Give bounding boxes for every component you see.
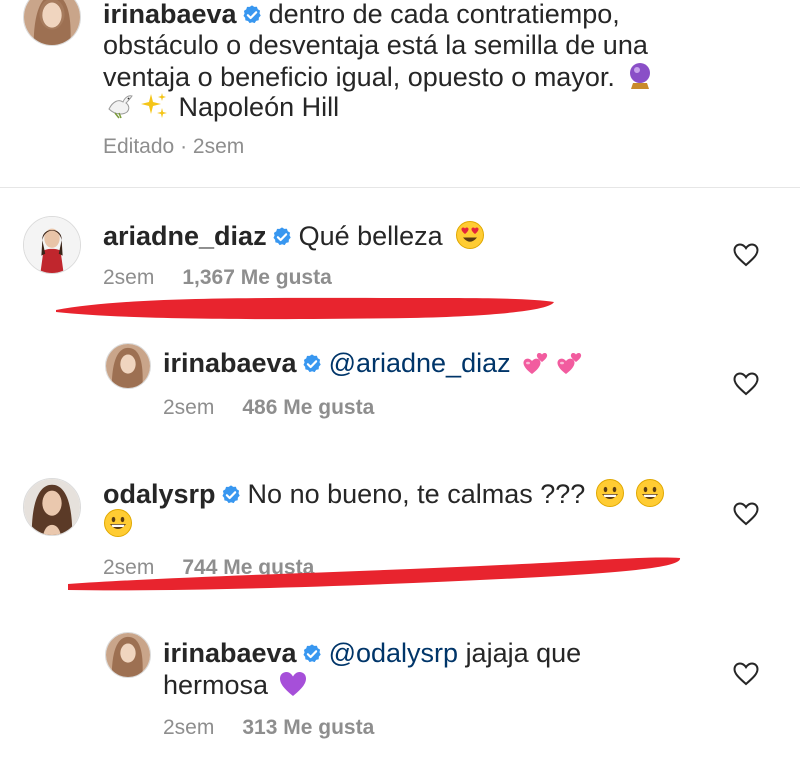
avatar[interactable] (23, 216, 81, 274)
avatar[interactable] (23, 478, 81, 536)
reply-line: irinabaeva @odalysrp jajaja que (163, 638, 581, 669)
reply-username[interactable]: irinabaeva (163, 348, 297, 378)
heart-outline-icon[interactable] (733, 502, 759, 526)
caption-text: dentro de cada contratiempo, (268, 0, 620, 29)
comment-text: Qué belleza (298, 221, 443, 251)
comment-time: 2sem (103, 556, 155, 579)
profile-photo-icon (24, 217, 80, 273)
caption-author: Napoleón Hill (178, 92, 340, 122)
verified-badge-icon (241, 4, 263, 26)
comment-time: 2sem (163, 716, 215, 739)
caption-line-1: irinabaeva dentro de cada contratiempo, (103, 0, 620, 30)
caption-line-4: Napoleón Hill (103, 91, 339, 123)
grinning-face-emoji (103, 508, 133, 538)
purple-heart-emoji (278, 669, 308, 699)
grinning-face-emoji (595, 478, 625, 508)
heart-eyes-emoji (455, 220, 485, 250)
reply-meta: 2sem 486 Me gusta (163, 396, 374, 420)
heart-outline-icon[interactable] (733, 372, 759, 396)
caption-meta: Editado · 2sem (103, 135, 244, 159)
annotation-underline (56, 297, 554, 320)
comment-username[interactable]: ariadne_diaz (103, 221, 267, 251)
likes-count[interactable]: 744 Me gusta (182, 556, 314, 579)
comment-meta: 2sem 744 Me gusta (103, 556, 314, 580)
avatar[interactable] (105, 632, 151, 678)
crystal-ball-emoji (625, 61, 655, 91)
verified-badge-icon (271, 226, 293, 248)
likes-count[interactable]: 313 Me gusta (242, 716, 374, 739)
verified-badge-icon (301, 643, 323, 665)
grinning-face-emoji (635, 478, 665, 508)
verified-badge-icon (301, 353, 323, 375)
comment-text: No no bueno, te calmas ??? (247, 479, 586, 509)
profile-photo-icon (24, 0, 80, 45)
reply-text: jajaja que (465, 638, 582, 668)
profile-photo-icon (106, 633, 150, 677)
profile-photo-icon (24, 479, 80, 535)
avatar[interactable] (23, 0, 81, 46)
mention-link[interactable]: @odalysrp (329, 638, 458, 668)
dove-emoji (105, 91, 135, 121)
two-hearts-emoji (555, 347, 585, 377)
comment-time: 2sem (163, 396, 215, 419)
heart-outline-icon[interactable] (733, 662, 759, 686)
reply-text: hermosa (163, 670, 269, 700)
divider (0, 187, 800, 188)
reply-line-2: hermosa (163, 669, 310, 701)
two-hearts-emoji (521, 347, 551, 377)
reply-line: irinabaeva @ariadne_diaz (163, 347, 587, 379)
comment-line: odalysrp No no bueno, te calmas ??? (103, 478, 667, 510)
mention-link[interactable]: @ariadne_diaz (329, 348, 511, 378)
caption-line-3: ventaja o beneficio igual, opuesto o may… (103, 61, 657, 93)
likes-count[interactable]: 486 Me gusta (242, 396, 374, 419)
likes-count[interactable]: 1,367 Me gusta (182, 266, 331, 289)
caption-time: 2sem (192, 135, 245, 158)
caption-username[interactable]: irinabaeva (103, 0, 237, 29)
comment-time: 2sem (103, 266, 155, 289)
avatar[interactable] (105, 343, 151, 389)
comment-line-2 (103, 508, 135, 540)
caption-text: ventaja o beneficio igual, opuesto o may… (103, 62, 615, 92)
reply-username[interactable]: irinabaeva (163, 638, 297, 668)
reply-meta: 2sem 313 Me gusta (163, 716, 374, 740)
comment-meta: 2sem 1,367 Me gusta (103, 266, 332, 290)
profile-photo-icon (106, 344, 150, 388)
sparkles-emoji (139, 91, 169, 121)
comment-line: ariadne_diaz Qué belleza (103, 220, 487, 252)
comment-username[interactable]: odalysrp (103, 479, 216, 509)
edited-label: Editado (103, 135, 175, 158)
heart-outline-icon[interactable] (733, 243, 759, 267)
caption-line-2: obstáculo o desventaja está la semilla d… (103, 30, 648, 60)
meta-separator: · (180, 135, 188, 158)
verified-badge-icon (220, 484, 242, 506)
